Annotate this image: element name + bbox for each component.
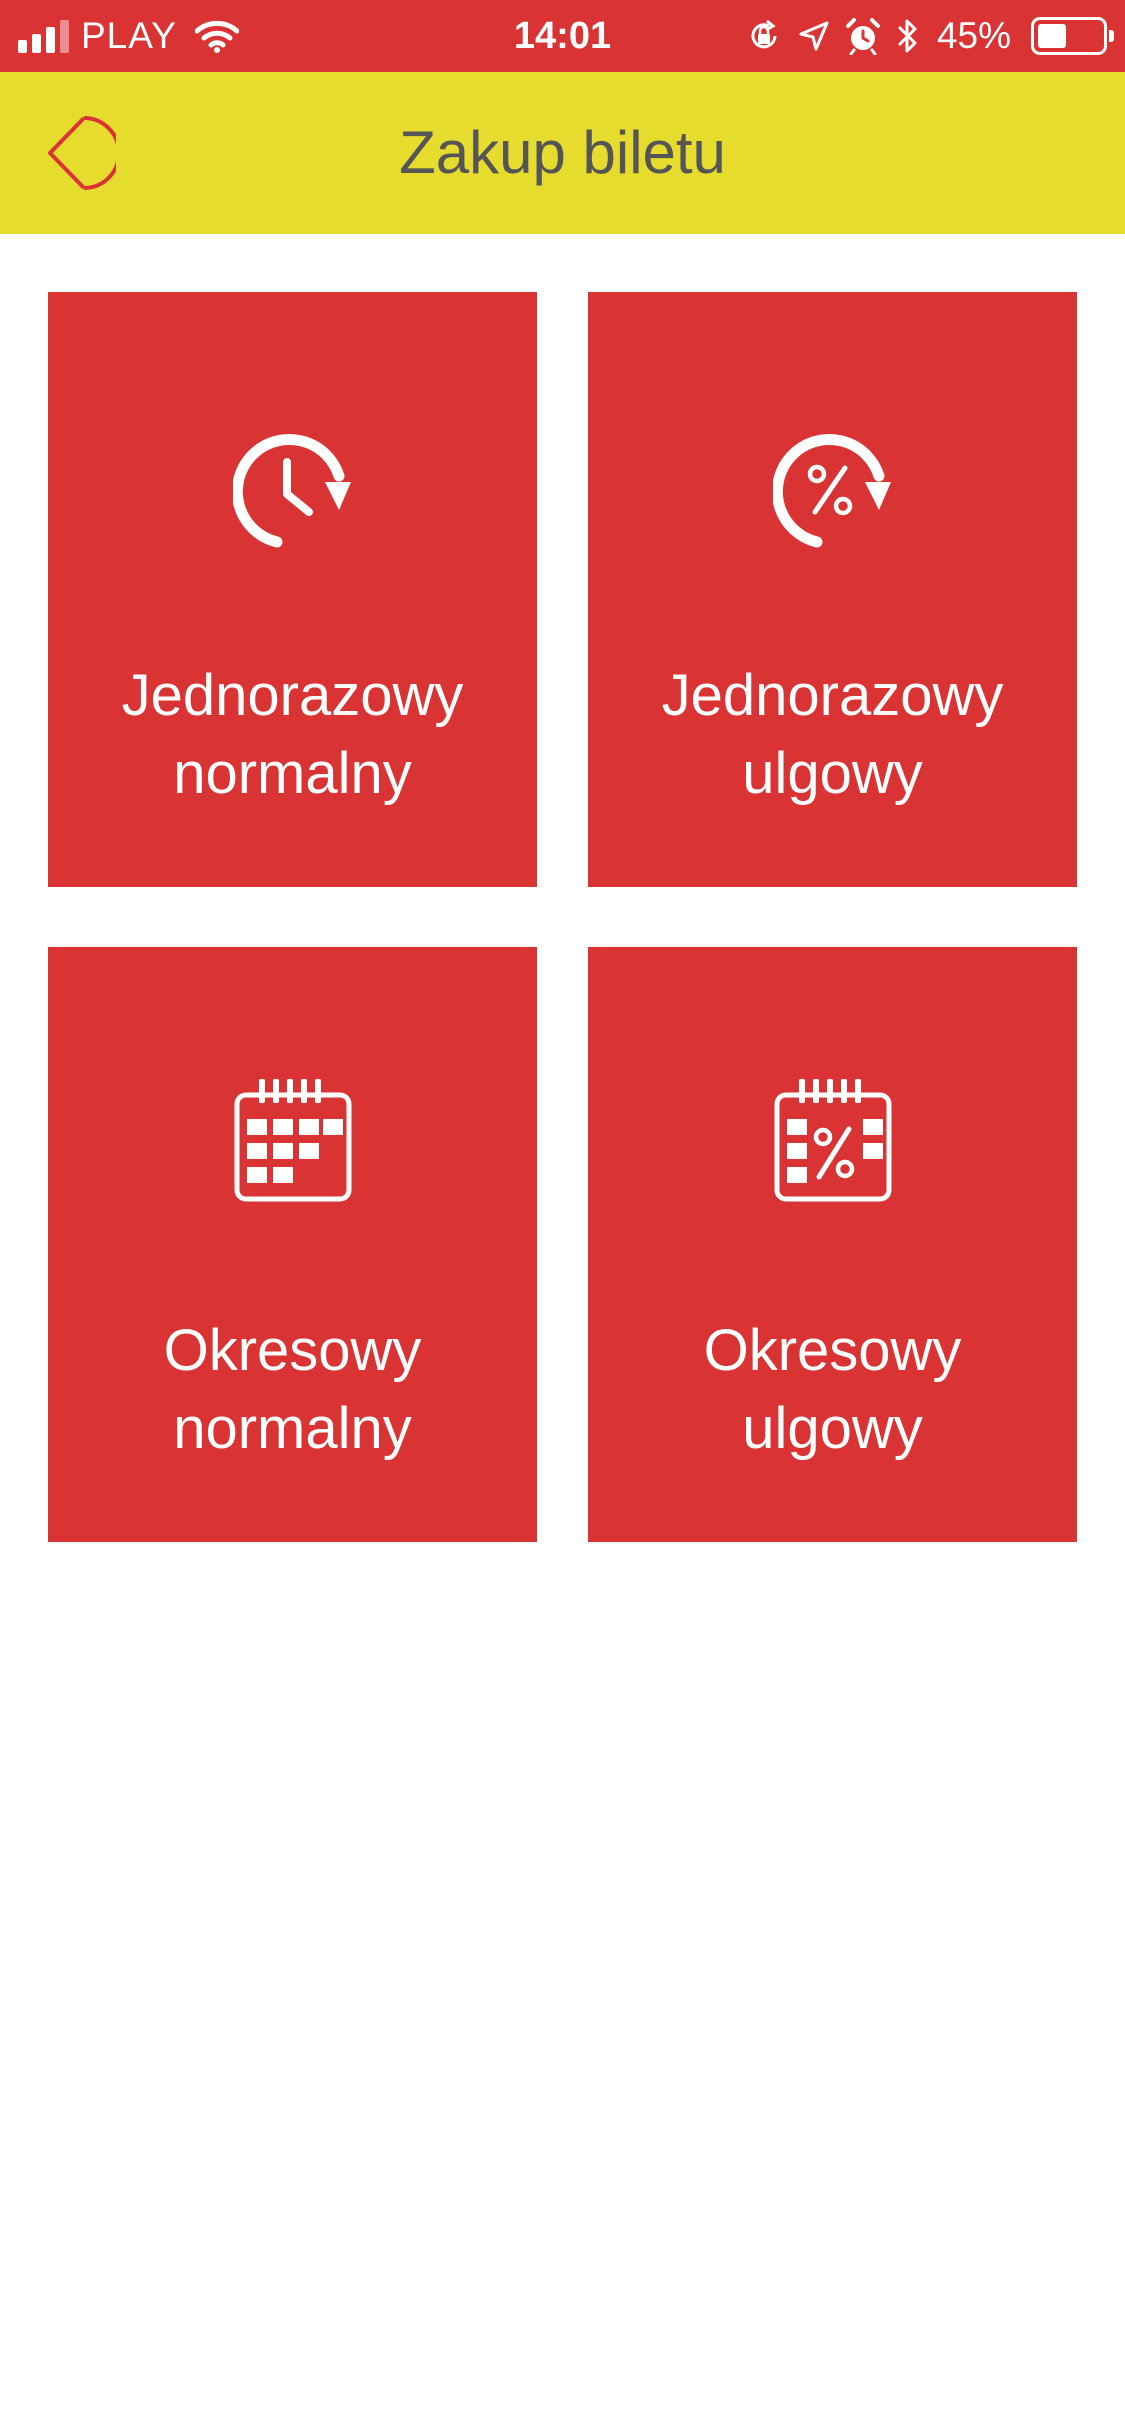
ticket-type-grid: Jednorazowy normalny Jednorazowy ulgowy [48, 292, 1077, 1542]
tile-label-line2: ulgowy [742, 1396, 923, 1461]
alarm-icon [845, 18, 880, 55]
tile-period-normal[interactable]: Okresowy normalny [48, 947, 537, 1542]
tile-period-reduced[interactable]: Okresowy ulgowy [588, 947, 1077, 1542]
battery-fill [1038, 24, 1066, 48]
tile-label: Jednorazowy normalny [48, 657, 537, 813]
battery-icon [1031, 17, 1114, 55]
tile-label: Okresowy normalny [48, 1312, 537, 1468]
status-right: 45% [745, 0, 1114, 72]
tile-label-line1: Jednorazowy [661, 663, 1004, 728]
tile-single-normal[interactable]: Jednorazowy normalny [48, 292, 537, 887]
calendar-icon [233, 1065, 353, 1205]
wifi-icon [194, 20, 239, 53]
tile-label: Okresowy ulgowy [588, 1312, 1077, 1468]
tile-label-line2: normalny [173, 1396, 412, 1461]
tile-label-line1: Jednorazowy [121, 663, 464, 728]
back-button[interactable] [44, 114, 116, 192]
bluetooth-icon [897, 19, 917, 53]
back-chevron-circle-icon [48, 116, 116, 190]
signal-icon [18, 19, 69, 53]
tile-label-line1: Okresowy [163, 1318, 422, 1383]
location-icon [799, 21, 829, 51]
tile-label-line1: Okresowy [703, 1318, 962, 1383]
tile-single-reduced[interactable]: Jednorazowy ulgowy [588, 292, 1077, 887]
battery-percentage: 45% [936, 15, 1011, 56]
status-left: PLAY [18, 0, 239, 72]
clock-arrow-icon [232, 410, 353, 550]
orientation-lock-icon [751, 19, 777, 49]
percent-arrow-icon [772, 410, 893, 550]
app-header: Zakup biletu [0, 72, 1125, 234]
page-title: Zakup biletu [399, 119, 726, 186]
calendar-percent-icon [773, 1065, 893, 1205]
tile-label-line2: ulgowy [742, 741, 923, 806]
carrier-name: PLAY [81, 15, 177, 56]
tile-label-line2: normalny [173, 741, 412, 806]
status-bar: PLAY 14:01 45% [0, 0, 1125, 72]
screen: PLAY 14:01 45% Zakup biletu Jednorazowy … [0, 0, 1125, 2436]
tile-label: Jednorazowy ulgowy [588, 657, 1077, 813]
